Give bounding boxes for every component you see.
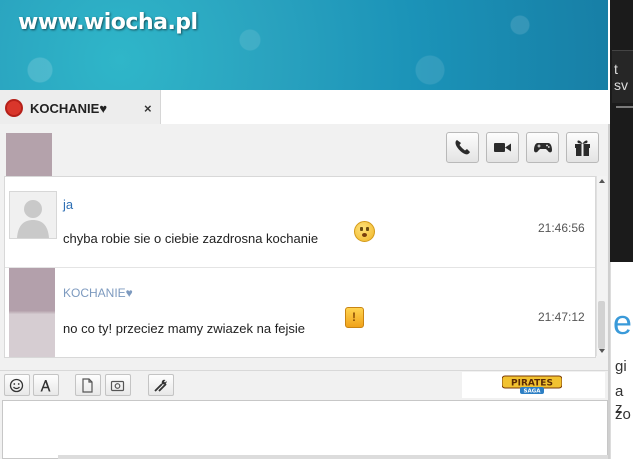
right-side-heading: e	[613, 304, 632, 342]
phone-icon	[455, 140, 470, 155]
right-side-divider	[616, 106, 633, 108]
message-item: KOCHANIE♥ no co ty! przeciez mamy zwiaze…	[5, 268, 595, 357]
right-side-line: gi	[615, 358, 627, 375]
right-side-partial-text: t sv	[614, 61, 628, 93]
font-button[interactable]	[33, 374, 59, 396]
close-icon[interactable]: ×	[144, 101, 152, 116]
exclamation-box-icon: !	[345, 307, 364, 328]
tools-icon	[154, 379, 167, 392]
message-scrollbar[interactable]	[596, 176, 607, 356]
exclamation-mark: !	[352, 310, 356, 324]
worried-face-icon	[354, 221, 375, 242]
gamepad-icon	[534, 143, 552, 153]
message-item: ja chyba robie sie o ciebie zazdrosna ko…	[5, 177, 595, 268]
top-banner: www.wiocha.pl	[0, 0, 608, 90]
right-side-line: zo	[615, 406, 631, 423]
right-side-panel: t sv	[610, 0, 633, 262]
message-time: 21:46:56	[538, 221, 585, 235]
message-sender[interactable]: ja	[63, 197, 73, 212]
smiley-icon	[9, 378, 24, 393]
scroll-thumb[interactable]	[598, 301, 605, 349]
pirates-saga-ad[interactable]: PIRATES SAGA	[462, 372, 605, 398]
gift-button[interactable]	[566, 132, 599, 163]
message-text: no co ty! przeciez mamy zwiazek na fejsi…	[63, 321, 306, 336]
emoticons-button[interactable]	[4, 374, 30, 396]
message-input[interactable]	[2, 400, 608, 459]
call-button[interactable]	[446, 132, 479, 163]
status-icon	[7, 101, 21, 115]
chat-tab-bar: KOCHANIE♥ ×	[0, 90, 610, 124]
message-text: chyba robie sie o ciebie zazdrosna kocha…	[63, 231, 319, 246]
gift-icon	[575, 140, 590, 156]
chat-window: ja chyba robie sie o ciebie zazdrosna ko…	[0, 124, 610, 459]
video-camera-icon	[494, 143, 511, 152]
composer-toolbar: PIRATES SAGA	[0, 370, 608, 399]
watermark: www.wiocha.pl	[18, 10, 198, 35]
bottom-strip	[58, 455, 608, 459]
font-icon	[40, 380, 51, 392]
video-call-button[interactable]	[486, 132, 519, 163]
pirates-subtitle: SAGA	[524, 389, 542, 395]
user-avatar	[9, 191, 57, 239]
games-button[interactable]	[526, 132, 559, 163]
file-icon	[82, 378, 93, 393]
send-file-button[interactable]	[75, 374, 101, 396]
right-side-content: e gi a z zo	[610, 262, 633, 459]
contact-avatar[interactable]	[6, 133, 52, 179]
send-photo-button[interactable]	[105, 374, 131, 396]
default-avatar-icon	[17, 200, 49, 238]
chat-tab[interactable]: KOCHANIE♥ ×	[0, 90, 161, 124]
settings-button[interactable]	[148, 374, 174, 396]
message-list[interactable]: ja chyba robie sie o ciebie zazdrosna ko…	[4, 176, 596, 358]
message-time: 21:47:12	[538, 310, 585, 324]
scroll-down-icon[interactable]	[599, 349, 605, 353]
chat-tab-title: KOCHANIE♥	[30, 101, 108, 116]
scroll-up-icon[interactable]	[599, 179, 605, 183]
photo-icon	[110, 380, 125, 392]
contact-avatar	[9, 268, 55, 357]
message-sender[interactable]: KOCHANIE♥	[63, 286, 133, 300]
pirates-saga-logo: PIRATES SAGA	[502, 375, 562, 395]
